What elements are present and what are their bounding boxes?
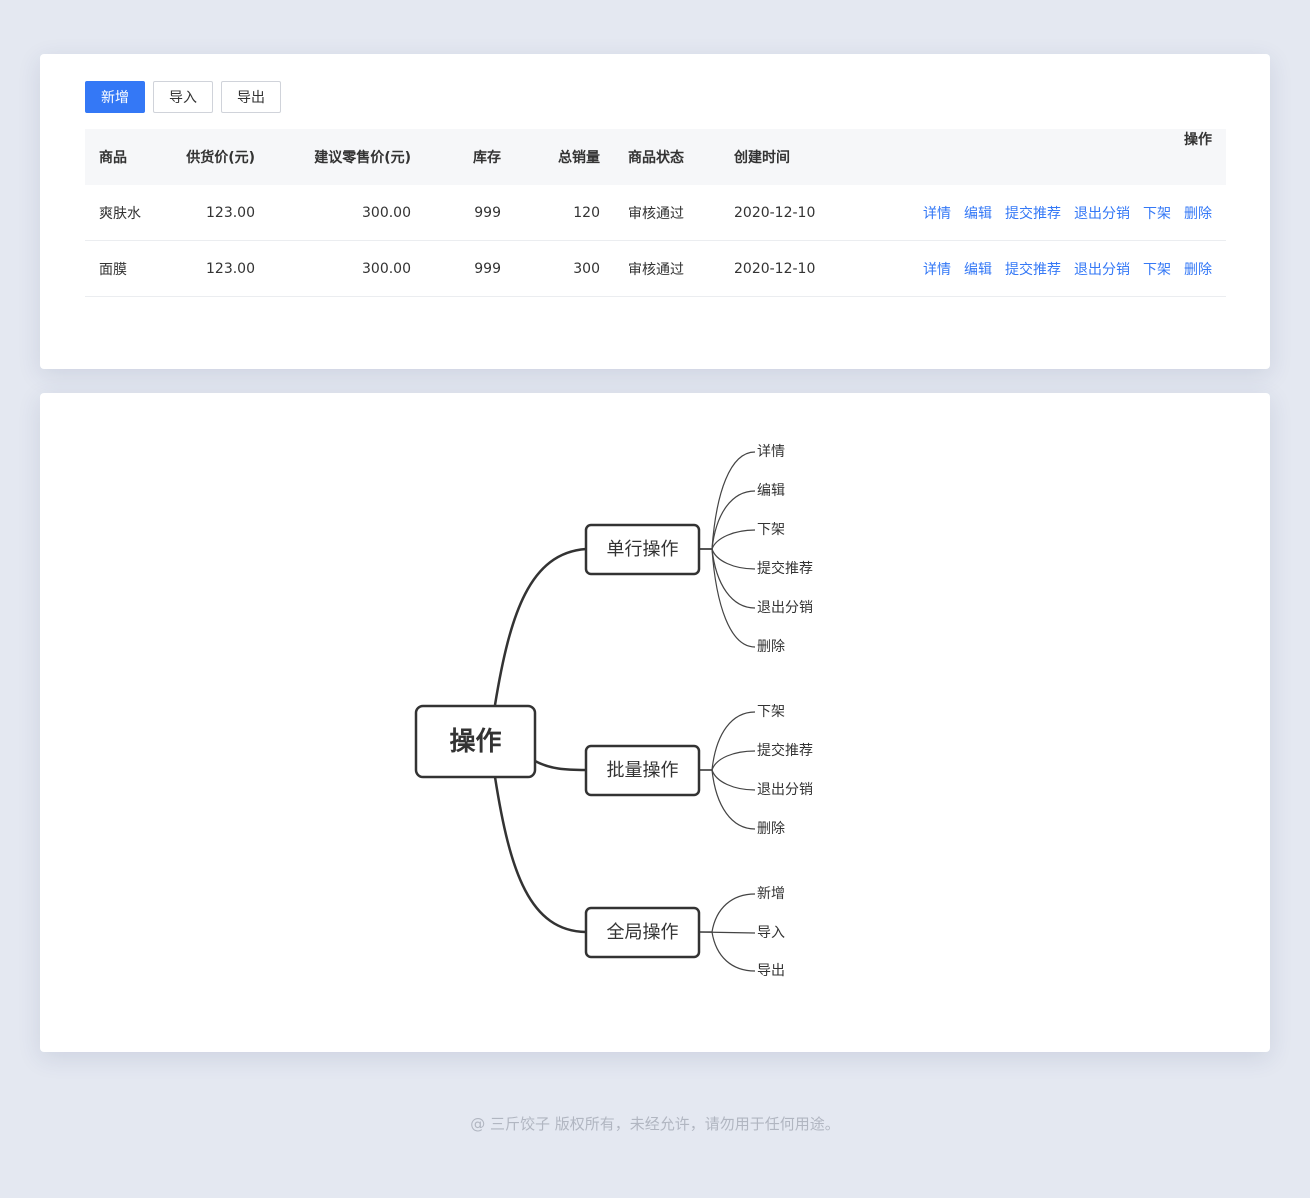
cell-stock: 999	[425, 185, 515, 241]
table-row: 爽肤水 123.00 300.00 999 120 审核通过 2020-12-1…	[85, 185, 1226, 241]
cell-retail-price: 300.00	[269, 185, 425, 241]
cell-actions: 详情 编辑 提交推荐 退出分销 下架 删除	[850, 185, 1226, 241]
export-button[interactable]: 导出	[221, 81, 281, 113]
leaf-label: 提交推荐	[757, 560, 813, 577]
edit-link[interactable]: 编辑	[964, 206, 992, 222]
cell-status: 审核通过	[614, 185, 720, 241]
detail-link[interactable]: 详情	[923, 206, 951, 222]
cell-created: 2020-12-10	[720, 240, 850, 297]
table-header-row: 商品 供货价(元) 建议零售价(元) 库存 总销量 商品状态 创建时间 操作	[85, 129, 1226, 185]
column-header-supply-price: 供货价(元)	[161, 129, 269, 185]
leaf-label: 详情	[757, 444, 785, 460]
cell-supply-price: 123.00	[161, 185, 269, 241]
leaf-connectors	[698, 893, 756, 972]
cell-stock: 999	[425, 240, 515, 297]
leaf-connectors	[699, 451, 756, 648]
leaf-label: 新增	[757, 886, 785, 902]
toolbar: 新增 导入 导出	[85, 81, 281, 113]
edit-link[interactable]: 编辑	[964, 262, 992, 278]
product-table: 商品 供货价(元) 建议零售价(元) 库存 总销量 商品状态 创建时间 操作 爽…	[85, 129, 1226, 297]
mindmap-root: 操作	[414, 704, 537, 779]
branch-batch: 批量操作 下架 提交推荐 退出分销 删除	[584, 704, 813, 837]
leaf-label: 退出分销	[757, 600, 813, 616]
table-row: 面膜 123.00 300.00 999 300 审核通过 2020-12-10…	[85, 240, 1226, 297]
cell-status: 审核通过	[614, 240, 720, 297]
column-header-retail-price: 建议零售价(元)	[269, 129, 425, 185]
cell-sales: 120	[515, 185, 614, 241]
branch-label: 单行操作	[607, 539, 679, 560]
leaf-label: 导出	[757, 963, 785, 979]
leaf-label: 提交推荐	[757, 742, 813, 759]
leaf-label: 下架	[757, 704, 785, 720]
connector-global	[493, 776, 587, 934]
delete-link[interactable]: 删除	[1184, 262, 1212, 278]
column-header-product: 商品	[85, 129, 161, 185]
recommend-link[interactable]: 提交推荐	[1005, 206, 1061, 222]
exit-distribution-link[interactable]: 退出分销	[1074, 262, 1130, 278]
copyright-footer: @ 三斤饺子 版权所有，未经允许，请勿用于任何用途。	[470, 1115, 840, 1133]
branch-single-row: 单行操作 详情 编辑 下架 提交推荐 退出分销 删除	[584, 444, 813, 655]
column-header-sales: 总销量	[515, 129, 614, 185]
product-table-card: 新增 导入 导出 商品 供货价(元) 建议零售价(元) 库存 总销量 商品状态 …	[40, 54, 1270, 369]
cell-product-name: 面膜	[85, 240, 161, 297]
column-header-created: 创建时间	[720, 129, 850, 185]
column-header-stock: 库存	[425, 129, 515, 185]
branch-global: 全局操作 新增 导入 导出	[584, 886, 785, 979]
column-header-status: 商品状态	[614, 129, 720, 185]
leaf-label: 下架	[757, 522, 785, 538]
cell-product-name: 爽肤水	[85, 185, 161, 241]
branch-label: 全局操作	[607, 922, 679, 943]
leaf-connectors	[699, 711, 756, 830]
add-button[interactable]: 新增	[85, 81, 145, 113]
leaf-label: 退出分销	[757, 782, 813, 798]
delist-link[interactable]: 下架	[1143, 262, 1171, 278]
delete-link[interactable]: 删除	[1184, 206, 1212, 222]
exit-distribution-link[interactable]: 退出分销	[1074, 206, 1130, 222]
cell-retail-price: 300.00	[269, 240, 425, 297]
cell-supply-price: 123.00	[161, 240, 269, 297]
branch-label: 批量操作	[607, 760, 679, 781]
leaf-label: 删除	[757, 639, 785, 655]
import-button[interactable]: 导入	[153, 81, 213, 113]
detail-link[interactable]: 详情	[923, 262, 951, 278]
column-header-actions: 操作	[850, 129, 1226, 185]
cell-actions: 详情 编辑 提交推荐 退出分销 下架 删除	[850, 240, 1226, 297]
leaf-label: 导入	[757, 925, 785, 941]
connector-single	[493, 547, 587, 706]
leaf-label: 编辑	[757, 483, 785, 499]
recommend-link[interactable]: 提交推荐	[1005, 262, 1061, 278]
cell-sales: 300	[515, 240, 614, 297]
leaf-label: 删除	[757, 821, 785, 837]
root-label: 操作	[449, 727, 501, 757]
delist-link[interactable]: 下架	[1143, 206, 1171, 222]
mindmap-card: 操作 单行操作 详情 编辑 下架 提交推荐 退出分销 删除 批量操作 下架 提交…	[40, 393, 1270, 1052]
mindmap-diagram: 操作 单行操作 详情 编辑 下架 提交推荐 退出分销 删除 批量操作 下架 提交…	[414, 444, 813, 979]
cell-created: 2020-12-10	[720, 185, 850, 241]
connector-batch	[534, 759, 587, 772]
